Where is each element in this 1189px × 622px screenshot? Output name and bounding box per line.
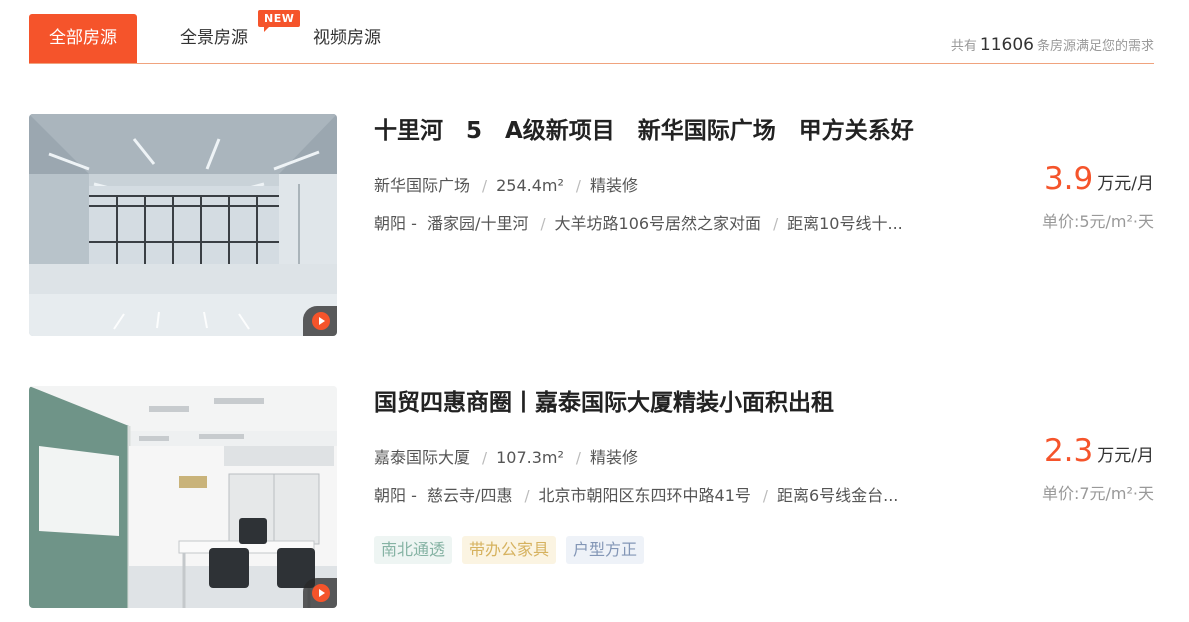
price-unit: 万元/月 bbox=[1097, 446, 1154, 466]
address: 大羊坊路106号居然之家对面 bbox=[554, 214, 762, 233]
new-badge: NEW bbox=[258, 10, 301, 32]
separator: / bbox=[482, 177, 488, 195]
district-link[interactable]: 朝阳 - bbox=[374, 214, 417, 233]
monthly-price: 2.3 万元/月 bbox=[1044, 433, 1154, 469]
feature-tag: 户型方正 bbox=[566, 536, 645, 564]
separator: / bbox=[540, 215, 546, 233]
separator: / bbox=[762, 487, 768, 505]
price-amount: 3.9 bbox=[1043, 161, 1094, 197]
listing-card: 十里河 5 A级新项目 新华国际广场 甲方关系好 新华国际广场 / 254.4m² /… bbox=[29, 114, 1154, 336]
district-link[interactable]: 朝阳 - bbox=[374, 486, 417, 505]
listing-photo[interactable] bbox=[29, 386, 337, 608]
feature-tag: 带办公家具 bbox=[462, 536, 557, 564]
listing-location: 朝阳 - 潘家园/十里河 / 大羊坊路106号居然之家对面 / 距离10号线十... bbox=[374, 213, 903, 235]
subdistrict-link[interactable]: 慈云寺/四惠 bbox=[427, 486, 512, 505]
listing-title[interactable]: 十里河 5 A级新项目 新华国际广场 甲方关系好 bbox=[374, 114, 914, 148]
play-icon[interactable] bbox=[303, 578, 337, 608]
separator: / bbox=[575, 177, 581, 195]
price-unit: 万元/月 bbox=[1097, 174, 1154, 194]
listing-card: 国贸四惠商圈丨嘉泰国际大厦精装小面积出租 嘉泰国际大厦/107.3m² / 精装修 … bbox=[29, 386, 1154, 608]
tab-panorama-listings[interactable]: 全景房源 bbox=[180, 14, 248, 63]
result-count: 共有 11606 条房源满足您的需求 bbox=[951, 35, 1154, 55]
decoration: 精装修 bbox=[589, 176, 638, 195]
tab-video-listings[interactable]: 视频房源 bbox=[313, 14, 381, 63]
play-button-dot bbox=[312, 312, 330, 330]
building-name: 嘉泰国际大厦 bbox=[374, 448, 471, 467]
listing-tabs: 全部房源 全景房源 NEW 视频房源 共有 11606 条房源满足您的需求 bbox=[29, 10, 1154, 64]
listing-location: 朝阳 - 慈云寺/四惠 / 北京市朝阳区东四环中路41号 / 距离6号线金台... bbox=[374, 485, 898, 507]
play-button-dot bbox=[312, 584, 330, 602]
listing-page: 全部房源 全景房源 NEW 视频房源 共有 11606 条房源满足您的需求 十里… bbox=[0, 0, 1189, 622]
result-count-suffix: 条房源满足您的需求 bbox=[1036, 39, 1154, 54]
monthly-price: 3.9 万元/月 bbox=[1044, 161, 1154, 197]
subdistrict-link[interactable]: 潘家园/十里河 bbox=[427, 214, 528, 233]
feature-tags: 南北通透 带办公家具 户型方正 bbox=[374, 536, 654, 564]
listing-attributes: 新华国际广场 / 254.4m² / 精装修 bbox=[374, 175, 638, 197]
tab-all-listings[interactable]: 全部房源 bbox=[29, 14, 137, 63]
decoration: 精装修 bbox=[589, 448, 638, 467]
subway-distance: 距离10号线十... bbox=[787, 214, 903, 233]
unit-price: 单价:7元/m²·天 bbox=[1041, 484, 1154, 503]
subway-distance: 距离6号线金台... bbox=[776, 486, 899, 505]
result-count-prefix: 共有 bbox=[950, 39, 977, 54]
unit-price: 单价:5元/m²·天 bbox=[1041, 212, 1154, 231]
separator: / bbox=[482, 449, 488, 467]
address: 北京市朝阳区东四环中路41号 bbox=[538, 486, 751, 505]
separator: / bbox=[524, 487, 530, 505]
play-icon[interactable] bbox=[303, 306, 337, 336]
listing-title[interactable]: 国贸四惠商圈丨嘉泰国际大厦精装小面积出租 bbox=[374, 386, 834, 420]
result-count-number: 11606 bbox=[979, 35, 1034, 55]
separator: / bbox=[773, 215, 779, 233]
area: 254.4m² bbox=[496, 176, 564, 195]
separator: / bbox=[575, 449, 581, 467]
listing-attributes: 嘉泰国际大厦 / 107.3m² / 精装修 bbox=[374, 447, 638, 469]
price-amount: 2.3 bbox=[1043, 433, 1094, 469]
listing-photo[interactable] bbox=[29, 114, 337, 336]
area: 107.3m² bbox=[496, 448, 564, 467]
feature-tag: 南北通透 bbox=[374, 536, 453, 564]
building-name: 新华国际广场 bbox=[374, 176, 471, 195]
